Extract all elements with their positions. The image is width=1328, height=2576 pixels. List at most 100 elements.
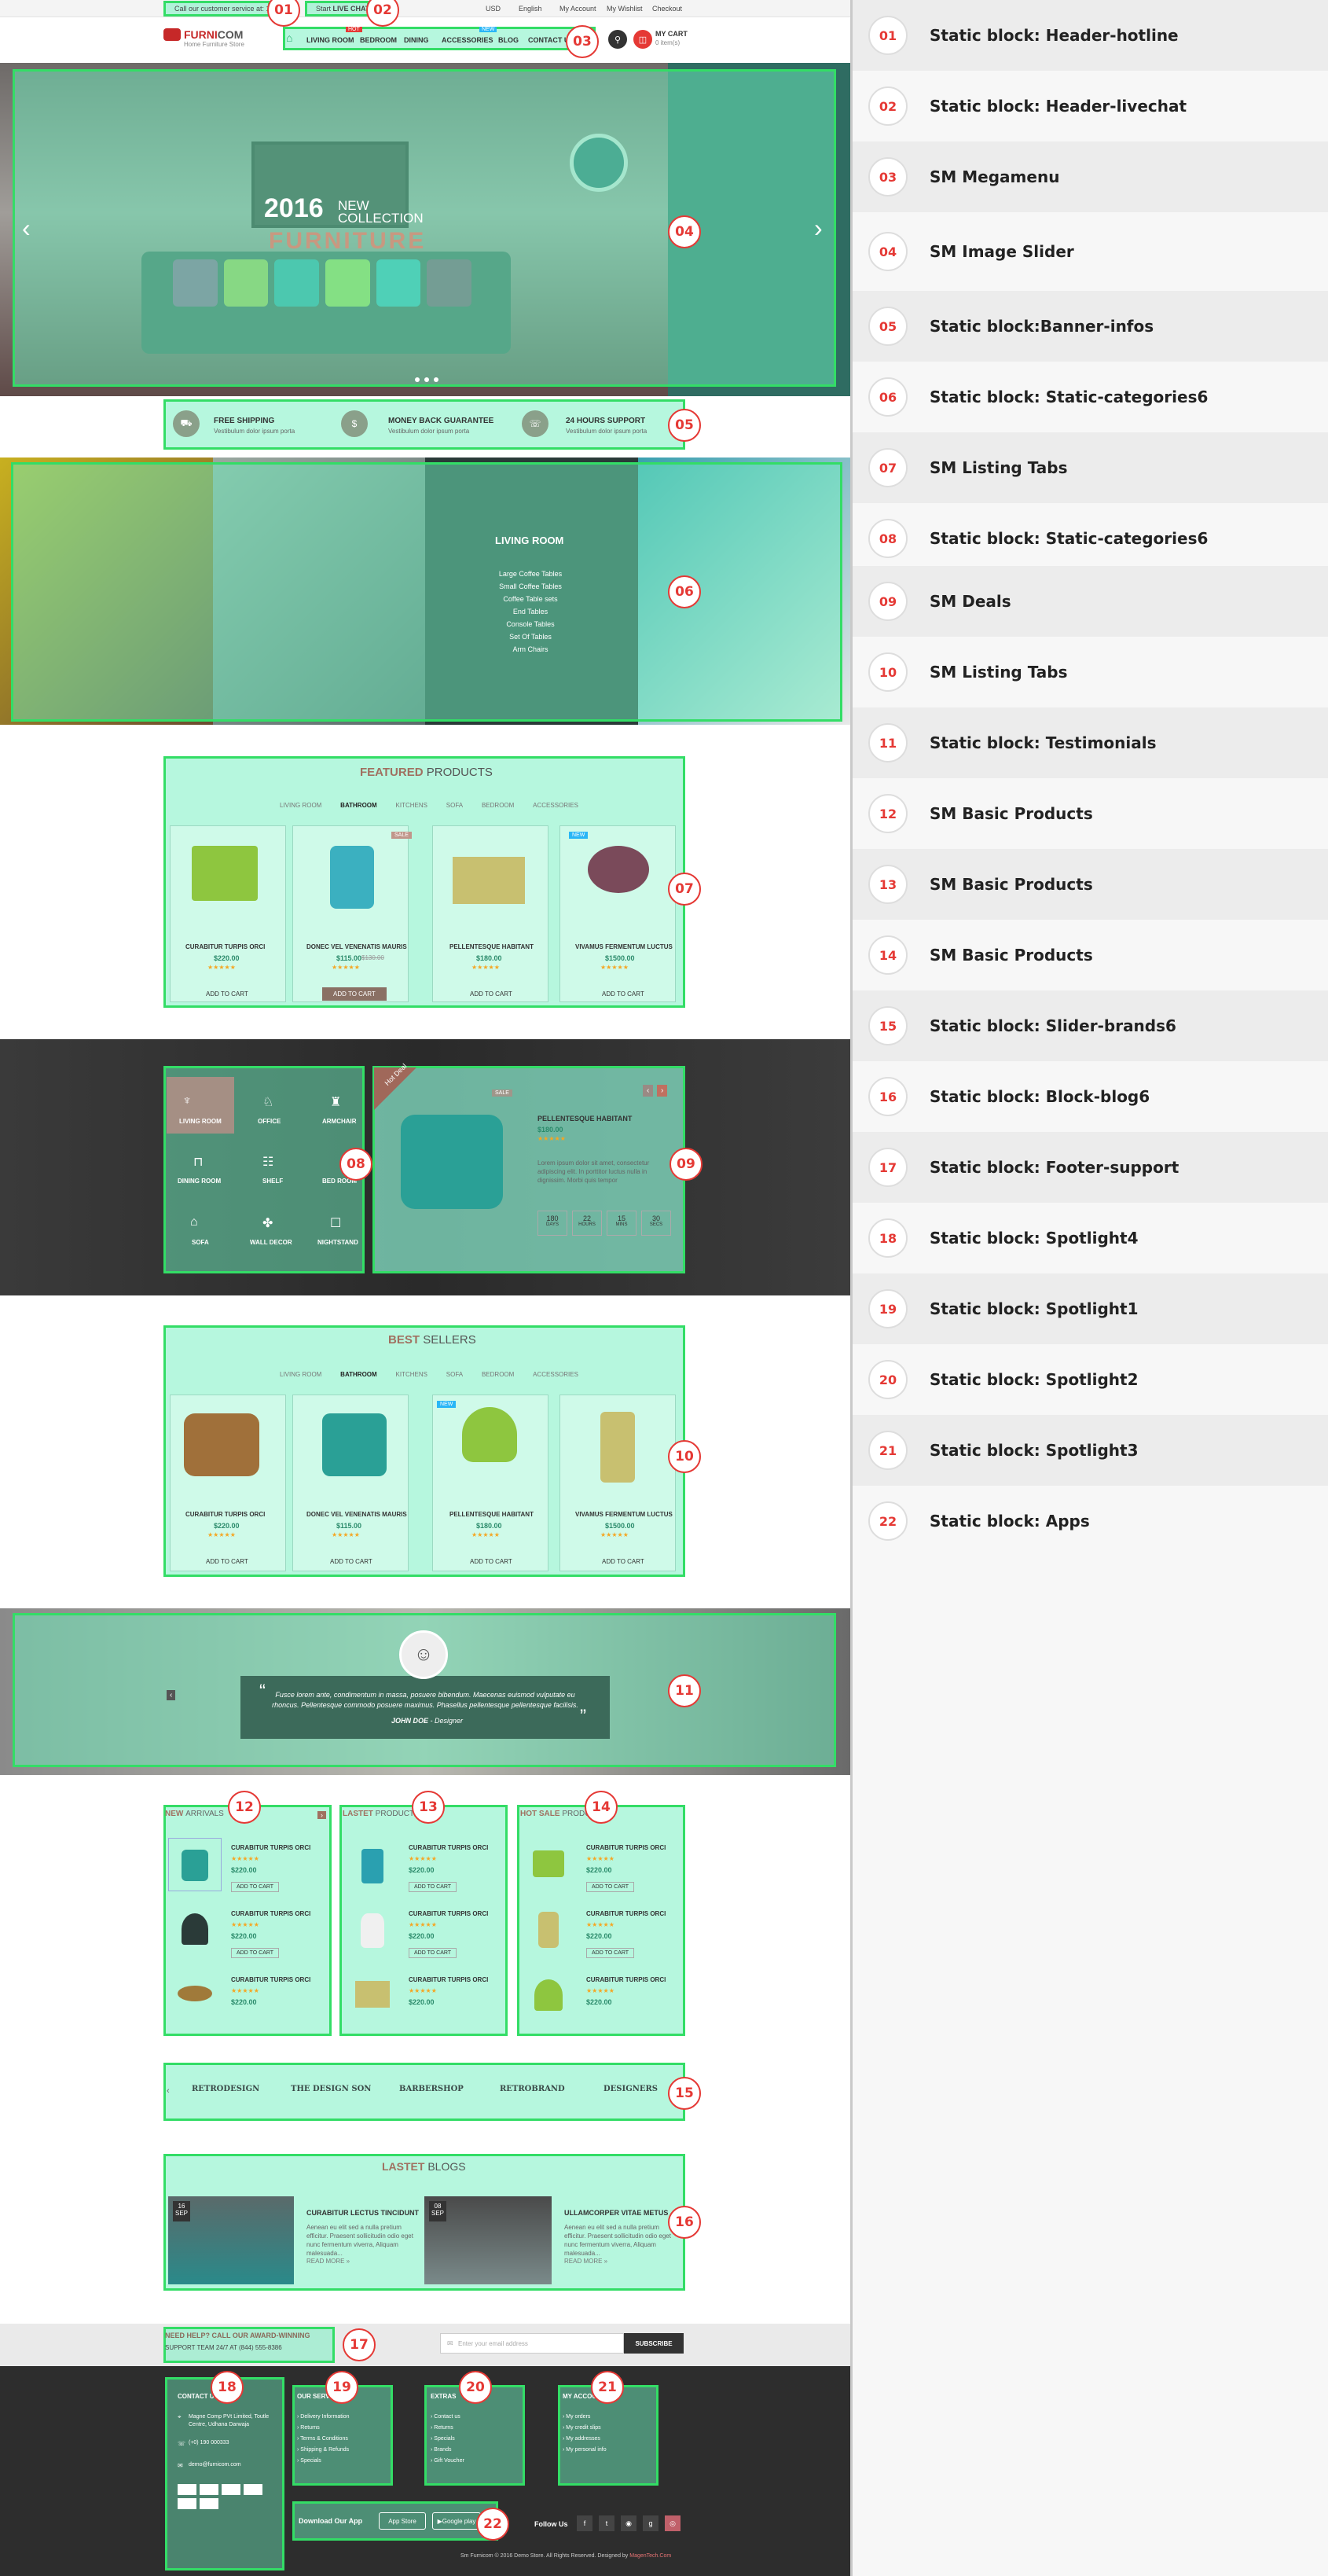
blog-post-title[interactable]: CURABITUR LECTUS TINCIDUNT [306,2209,419,2217]
nav-living-room[interactable]: LIVING ROOM [306,36,354,44]
contact-email[interactable]: demo@furnicom.com [189,2462,241,2468]
add-to-cart-button[interactable]: ADD TO CART [602,990,644,998]
product-image[interactable] [588,846,649,893]
instagram-icon[interactable]: ◎ [665,2515,681,2531]
brand-logo[interactable]: THE DESIGN SON [291,2085,371,2093]
product-card[interactable] [432,825,548,1002]
basic-next-arrow[interactable]: › [317,1811,326,1819]
slider-next-arrow[interactable]: › [814,214,823,243]
rss-icon[interactable]: ◉ [621,2515,636,2531]
add-to-cart-button[interactable]: ADD TO CART [586,1948,635,1958]
testimonial-prev-arrow[interactable]: ‹ [167,1690,176,1700]
basic-product-name[interactable]: CURABITUR TURPIS ORCI [409,1844,488,1851]
brands-prev-arrow[interactable]: ‹ [167,2086,170,2096]
nav-bedroom[interactable]: BEDROOM [360,36,397,44]
add-to-cart-button[interactable]: ADD TO CART [231,1882,280,1892]
add-to-cart-button[interactable]: ADD TO CART [206,990,248,998]
deal-next-arrow[interactable]: › [657,1085,668,1097]
cart-title[interactable]: MY CART [655,30,688,38]
basic-product-name[interactable]: CURABITUR TURPIS ORCI [231,1844,310,1851]
nav-accessories[interactable]: ACCESSORIES [442,36,493,44]
basic-product-name[interactable]: CURABITUR TURPIS ORCI [231,1976,310,1983]
featured-tabs[interactable]: LIVING ROOM BATHROOM KITCHENS SOFA BEDROOM AC… [280,802,578,809]
category-tile-label[interactable]: NIGHTSTAND [317,1239,358,1246]
category-tile-label[interactable]: WALL DECOR [250,1239,292,1246]
brand-logo[interactable]: DESIGNERS [603,2085,658,2093]
basic-product-image[interactable] [346,1838,399,1891]
basic-product-image[interactable] [168,1838,222,1891]
checkout-link[interactable]: Checkout [652,5,682,13]
newsletter-email-input[interactable]: ✉ Enter your email address [440,2333,624,2354]
product-name[interactable]: PELLENTESQUE HABITANT [449,943,534,950]
nav-dining[interactable]: DINING [404,36,429,44]
category-tile-label[interactable]: SHELF [262,1178,283,1185]
basic-product-image[interactable] [522,1838,575,1891]
add-to-cart-button[interactable]: ADD TO CART [470,990,512,998]
brand-logo[interactable]: RETRODESIGN [192,2085,259,2093]
social-icons[interactable]: f t ◉ g ◎ [577,2515,681,2531]
home-icon[interactable]: ⌂ [286,31,292,44]
product-image[interactable] [330,846,374,909]
add-to-cart-button[interactable]: ADD TO CART [586,1882,635,1892]
logo[interactable]: FURNICOM [184,28,243,41]
my-account-link[interactable]: My Account [559,5,596,13]
basic-product-name[interactable]: CURABITUR TURPIS ORCI [586,1910,666,1917]
product-name[interactable]: VIVAMUS FERMENTUM LUCTUS [575,1511,673,1518]
category-tile-active[interactable] [167,1077,234,1134]
basic-product-image[interactable] [346,1902,399,1956]
product-image[interactable] [600,1412,635,1483]
google-play-button[interactable]: ▶ Google play [432,2512,481,2530]
read-more-link[interactable]: READ MORE » [306,2258,350,2265]
cart-icon[interactable]: ◫ [633,30,652,49]
product-name[interactable]: CURABITUR TURPIS ORCI [185,943,265,950]
product-image[interactable] [453,857,525,904]
category-title[interactable]: LIVING ROOM [495,535,563,546]
add-to-cart-button[interactable]: ADD TO CART [409,1882,457,1892]
category-links[interactable]: Large Coffee Tables Small Coffee Tables … [487,568,574,656]
add-to-cart-button[interactable]: ADD TO CART [322,987,387,1001]
basic-product-name[interactable]: CURABITUR TURPIS ORCI [586,1844,666,1851]
read-more-link[interactable]: READ MORE » [564,2258,607,2265]
basic-product-name[interactable]: CURABITUR TURPIS ORCI [586,1976,666,1983]
add-to-cart-button[interactable]: ADD TO CART [330,1558,372,1565]
deal-product-name[interactable]: PELLENTESQUE HABITANT [537,1115,632,1123]
subscribe-button[interactable]: SUBSCRIBE [624,2333,684,2354]
wishlist-link[interactable]: My Wishlist [607,5,643,13]
product-image[interactable] [192,846,258,901]
deal-product-image[interactable] [401,1115,503,1209]
add-to-cart-button[interactable]: ADD TO CART [409,1948,457,1958]
blog-post-title[interactable]: ULLAMCORPER VITAE METUS [564,2209,668,2217]
product-image[interactable] [462,1407,517,1462]
basic-product-image[interactable] [346,1968,399,2022]
product-image[interactable] [184,1413,259,1476]
google-plus-icon[interactable]: g [643,2515,658,2531]
footer-col3-links[interactable]: › Contact us › Returns › Specials › Brands ›… [431,2412,464,2467]
product-name[interactable]: DONEC VEL VENENATIS MAURIS [306,1511,407,1518]
product-name[interactable]: DONEC VEL VENENATIS MAURIS [306,943,407,950]
currency-select[interactable]: USD [486,5,501,13]
add-to-cart-button[interactable]: ADD TO CART [231,1948,280,1958]
deal-prev-arrow[interactable]: ‹ [643,1085,654,1097]
basic-product-image[interactable] [168,1902,222,1956]
facebook-icon[interactable]: f [577,2515,592,2531]
product-image[interactable] [322,1413,387,1476]
slider-dots[interactable] [415,377,438,382]
add-to-cart-button[interactable]: ADD TO CART [206,1558,248,1565]
basic-product-name[interactable]: CURABITUR TURPIS ORCI [231,1910,310,1917]
app-store-button[interactable]: App Store [379,2512,426,2530]
footer-col4-links[interactable]: › My orders › My credit slips › My address… [563,2412,607,2456]
basic-product-image[interactable] [522,1968,575,2022]
basic-product-name[interactable]: CURABITUR TURPIS ORCI [409,1976,488,1983]
category-tile-label[interactable]: LIVING ROOM [179,1118,222,1125]
livechat-link[interactable]: Start LIVE CHAT [316,5,369,13]
basic-product-name[interactable]: CURABITUR TURPIS ORCI [409,1910,488,1917]
add-to-cart-button[interactable]: ADD TO CART [470,1558,512,1565]
category-tile-label[interactable]: SOFA [192,1239,209,1246]
footer-col2-links[interactable]: › Delivery Information › Returns › Terms &… [297,2412,350,2467]
language-select[interactable]: English [519,5,542,13]
brand-logo[interactable]: BARBERSHOP [399,2085,464,2093]
add-to-cart-button[interactable]: ADD TO CART [602,1558,644,1565]
category-tile-label[interactable]: DINING ROOM [178,1178,221,1185]
search-icon[interactable]: ⚲ [608,30,627,49]
category-tile-label[interactable]: ARMCHAIR [322,1118,357,1125]
